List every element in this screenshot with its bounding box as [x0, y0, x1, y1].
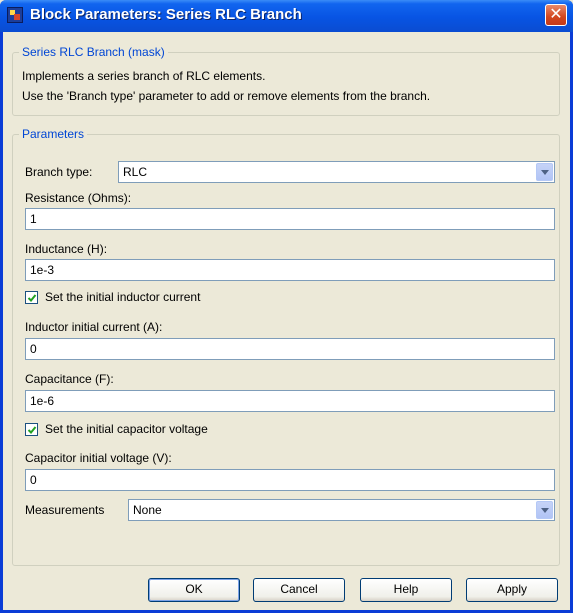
measurements-value: None	[133, 503, 162, 517]
window-title: Block Parameters: Series RLC Branch	[30, 6, 302, 23]
title-bar[interactable]: Block Parameters: Series RLC Branch ✕	[0, 0, 573, 32]
ok-button[interactable]: OK	[148, 578, 240, 602]
group-legend-parameters: Parameters	[19, 127, 88, 141]
help-button[interactable]: Help	[360, 578, 452, 602]
mask-description-group: Series RLC Branch (mask)	[12, 45, 560, 116]
capacitance-input[interactable]: 1e-6	[25, 390, 555, 412]
measurements-select[interactable]: None	[128, 499, 555, 521]
group-legend-mask: Series RLC Branch (mask)	[19, 45, 168, 59]
branch-type-value: RLC	[123, 165, 148, 179]
measurements-label: Measurements	[25, 503, 105, 517]
branch-type-select[interactable]: RLC	[118, 161, 555, 183]
capacitor-voltage-label: Capacitor initial voltage (V):	[25, 451, 172, 465]
capacitor-voltage-input[interactable]: 0	[25, 469, 555, 491]
close-button[interactable]: ✕	[545, 4, 567, 26]
checkmark-icon	[27, 294, 37, 302]
branch-type-label: Branch type:	[25, 165, 93, 179]
set-capacitor-voltage-label[interactable]: Set the initial capacitor voltage	[45, 422, 208, 436]
set-inductor-current-checkbox[interactable]	[25, 291, 38, 304]
resistance-input[interactable]: 1	[25, 208, 555, 230]
simulink-block-icon	[7, 7, 23, 23]
capacitance-label: Capacitance (F):	[25, 372, 114, 386]
chevron-down-icon[interactable]	[536, 501, 553, 519]
description-line-2: Use the 'Branch type' parameter to add o…	[22, 89, 431, 103]
apply-button[interactable]: Apply	[466, 578, 558, 602]
dialog-window: Block Parameters: Series RLC Branch ✕ Se…	[0, 0, 573, 613]
inductance-input[interactable]: 1e-3	[25, 259, 555, 281]
inductance-label: Inductance (H):	[25, 242, 108, 256]
inductor-current-input[interactable]: 0	[25, 338, 555, 360]
description-line-1: Implements a series branch of RLC elemen…	[22, 69, 266, 83]
resistance-label: Resistance (Ohms):	[25, 191, 132, 205]
cancel-button[interactable]: Cancel	[253, 578, 345, 602]
close-icon: ✕	[549, 6, 563, 23]
set-capacitor-voltage-checkbox[interactable]	[25, 423, 38, 436]
set-inductor-current-label[interactable]: Set the initial inductor current	[45, 290, 200, 304]
inductor-current-label: Inductor initial current (A):	[25, 320, 163, 334]
checkmark-icon	[27, 426, 37, 434]
chevron-down-icon[interactable]	[536, 163, 553, 181]
